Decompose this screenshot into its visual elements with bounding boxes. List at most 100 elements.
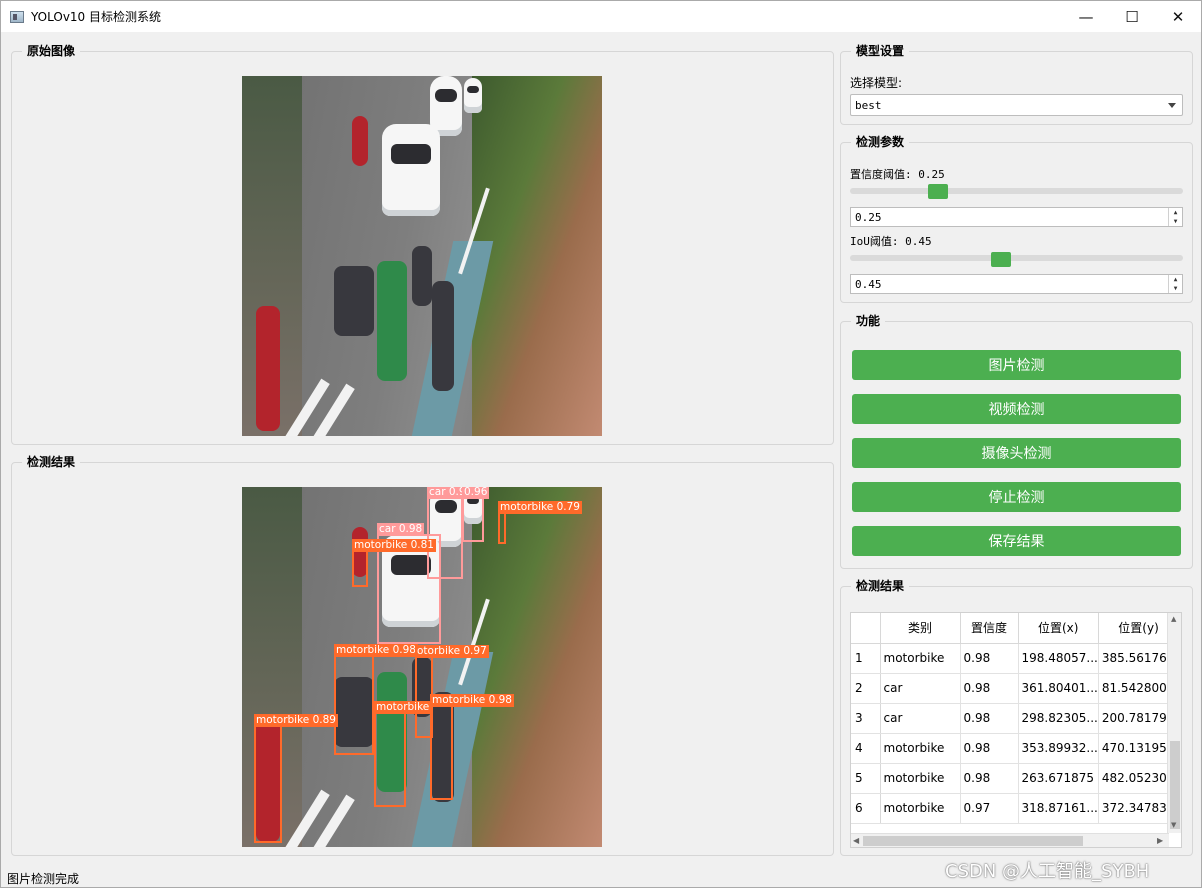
- save-results-button[interactable]: 保存结果: [852, 526, 1181, 556]
- confidence-slider-track[interactable]: [850, 188, 1183, 194]
- confidence-cell[interactable]: 0.97: [960, 793, 1019, 824]
- confidence-label: 置信度阈值: 0.25: [850, 168, 945, 181]
- result-image-title: 检测结果: [22, 453, 81, 470]
- row-number[interactable]: 2: [851, 673, 881, 704]
- maximize-button[interactable]: ☐: [1109, 1, 1155, 32]
- results-grid: 类别 置信度 位置(x) 位置(y) 1 motorbike 0.98 198.…: [851, 613, 1180, 824]
- spin-up-icon[interactable]: ▲: [1169, 208, 1182, 217]
- table-row[interactable]: 6 motorbike 0.97 318.87161... 372.34783.…: [851, 793, 1180, 824]
- column-header[interactable]: 类别: [880, 613, 961, 644]
- detection-label: motorbike 0.98: [334, 644, 418, 657]
- model-settings-title: 模型设置: [851, 42, 910, 59]
- class-cell[interactable]: motorbike: [880, 643, 961, 674]
- spin-down-icon[interactable]: ▼: [1169, 284, 1182, 293]
- detection-label: motorbike 0.79: [498, 501, 582, 514]
- row-number[interactable]: 1: [851, 643, 881, 674]
- scroll-up-icon[interactable]: ▲: [1171, 615, 1176, 623]
- vertical-scrollbar[interactable]: ▲ ▼: [1167, 613, 1181, 833]
- close-button[interactable]: ✕: [1155, 1, 1201, 32]
- window-title: YOLOv10 目标检测系统: [31, 10, 162, 24]
- table-row[interactable]: 1 motorbike 0.98 198.48057... 385.56176.…: [851, 643, 1180, 674]
- detection-label: 0.96: [462, 487, 490, 499]
- row-number[interactable]: 6: [851, 793, 881, 824]
- spin-down-icon[interactable]: ▼: [1169, 217, 1182, 226]
- x-cell[interactable]: 361.80401...: [1018, 673, 1099, 704]
- model-select[interactable]: best: [850, 94, 1183, 116]
- confidence-slider-handle[interactable]: [928, 184, 949, 199]
- original-image-title: 原始图像: [22, 42, 81, 59]
- stop-detect-button[interactable]: 停止检测: [852, 482, 1181, 512]
- detection-params-title: 检测参数: [851, 133, 910, 150]
- x-cell[interactable]: 263.671875: [1018, 763, 1099, 794]
- confidence-cell[interactable]: 0.98: [960, 733, 1019, 764]
- x-cell[interactable]: 198.48057...: [1018, 643, 1099, 674]
- table-row[interactable]: 2 car 0.98 361.80401... 81.542800...: [851, 673, 1180, 704]
- iou-label: IoU阈值: 0.45: [850, 235, 932, 248]
- column-header[interactable]: 位置(x): [1018, 613, 1099, 644]
- detection-label: motorbike 0.81: [352, 539, 436, 552]
- confidence-value: 0.25: [855, 210, 882, 224]
- x-cell[interactable]: 353.89932...: [1018, 733, 1099, 764]
- x-cell[interactable]: 318.87161...: [1018, 793, 1099, 824]
- minimize-button[interactable]: —: [1063, 1, 1109, 32]
- video-detect-button[interactable]: 视频检测: [852, 394, 1181, 424]
- results-table[interactable]: 类别 置信度 位置(x) 位置(y) 1 motorbike 0.98 198.…: [850, 612, 1182, 848]
- horizontal-scrollbar[interactable]: ◀ ▶: [851, 833, 1169, 847]
- detection-box: motorbike 0.89: [254, 714, 338, 843]
- class-cell[interactable]: car: [880, 673, 961, 704]
- scroll-down-icon[interactable]: ▼: [1171, 821, 1176, 829]
- confidence-cell[interactable]: 0.98: [960, 673, 1019, 704]
- detection-label: motorbike: [374, 701, 432, 714]
- table-row[interactable]: 5 motorbike 0.98 263.671875 482.05230...: [851, 763, 1180, 794]
- chevron-down-icon: [1168, 103, 1176, 108]
- vertical-scroll-thumb[interactable]: [1170, 741, 1180, 829]
- row-number[interactable]: 5: [851, 763, 881, 794]
- window-controls: — ☐ ✕: [1063, 1, 1201, 32]
- corner-cell[interactable]: [851, 613, 881, 644]
- x-cell[interactable]: 298.82305...: [1018, 703, 1099, 734]
- scroll-right-icon[interactable]: ▶: [1157, 836, 1163, 845]
- row-number[interactable]: 3: [851, 703, 881, 734]
- confidence-spinbox[interactable]: 0.25 ▲ ▼: [850, 207, 1183, 227]
- camera-detect-button[interactable]: 摄像头检测: [852, 438, 1181, 468]
- horizontal-scroll-thumb[interactable]: [863, 836, 1083, 846]
- status-text: 图片检测完成: [7, 872, 80, 886]
- class-cell[interactable]: motorbike: [880, 793, 961, 824]
- detection-box: motorbike 0.98: [430, 694, 514, 800]
- detection-box: 0.96: [462, 487, 490, 542]
- column-header[interactable]: 置信度: [960, 613, 1019, 644]
- detection-box: motorbike 0.81: [352, 539, 436, 587]
- model-select-value: best: [855, 98, 882, 112]
- functions-title: 功能: [851, 312, 886, 329]
- detection-box: motorbike 0.79: [498, 501, 582, 544]
- iou-slider-track[interactable]: [850, 255, 1183, 261]
- watermark: CSDN @人工智能_SYBH: [945, 861, 1150, 882]
- scroll-left-icon[interactable]: ◀: [853, 836, 859, 845]
- confidence-cell[interactable]: 0.98: [960, 703, 1019, 734]
- table-row[interactable]: 3 car 0.98 298.82305... 200.78179...: [851, 703, 1180, 734]
- detection-label: otorbike 0.97: [415, 645, 489, 658]
- iou-slider-handle[interactable]: [990, 252, 1011, 267]
- detection-box: motorbike: [374, 701, 432, 807]
- table-header-row: 类别 置信度 位置(x) 位置(y): [851, 613, 1180, 644]
- detection-box: motorbike 0.98: [334, 644, 418, 755]
- spin-up-icon[interactable]: ▲: [1169, 275, 1182, 284]
- class-cell[interactable]: car: [880, 703, 961, 734]
- iou-spinbox[interactable]: 0.45 ▲ ▼: [850, 274, 1183, 294]
- detection-label: car 0.98: [377, 523, 425, 536]
- iou-value: 0.45: [855, 277, 882, 291]
- app-icon: [10, 10, 24, 23]
- result-image: car 0.98 0.96 motorbike 0.79 car 0.98 mo…: [242, 487, 602, 847]
- row-number[interactable]: 4: [851, 733, 881, 764]
- results-table-title: 检测结果: [851, 577, 910, 594]
- select-model-label: 选择模型:: [850, 76, 903, 90]
- title-bar: YOLOv10 目标检测系统 — ☐ ✕: [1, 1, 1201, 32]
- confidence-cell[interactable]: 0.98: [960, 763, 1019, 794]
- confidence-cell[interactable]: 0.98: [960, 643, 1019, 674]
- class-cell[interactable]: motorbike: [880, 763, 961, 794]
- class-cell[interactable]: motorbike: [880, 733, 961, 764]
- original-image: [242, 76, 602, 436]
- image-detect-button[interactable]: 图片检测: [852, 350, 1181, 380]
- detection-label: motorbike 0.98: [430, 694, 514, 707]
- table-row[interactable]: 4 motorbike 0.98 353.89932... 470.13195.…: [851, 733, 1180, 764]
